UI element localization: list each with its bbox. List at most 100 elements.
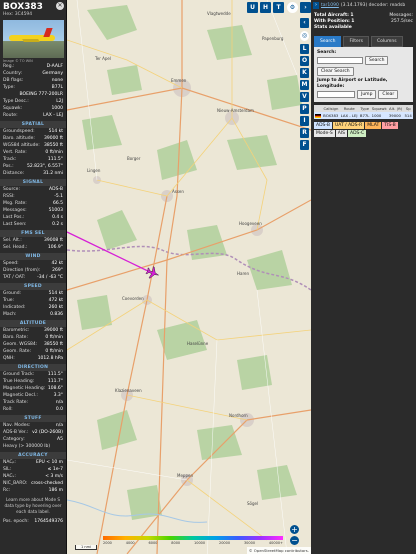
messages-value: 257.5/sec	[391, 19, 413, 24]
identity-row: BOEING 777-200LR	[0, 91, 66, 98]
info-row-label: Source:	[3, 187, 20, 192]
stats-block: Total Aircraft: 1 With Position: 1 Stats…	[311, 11, 416, 33]
zoom-in-button[interactable]: +	[290, 525, 299, 534]
collapse-icon[interactable]: ‹	[300, 18, 309, 28]
info-row-value: 108.6°	[47, 386, 63, 391]
toggle-i-button[interactable]: I	[300, 116, 309, 126]
place-label: Klazienaveen	[115, 388, 142, 393]
version-line: › tar1090 (3.14.1793) decoder: readsb	[311, 0, 416, 11]
info-row-value: 39008 ft	[43, 238, 63, 243]
column-header[interactable]: Alt. (ft)	[387, 105, 404, 112]
source-badge: UAT / ADS-R	[332, 122, 365, 129]
identity-row-value: D-AALF	[46, 64, 63, 69]
place-label: Coevorden	[122, 296, 144, 301]
map-view[interactable]: Emmen Assen Nieuw-Amsterdam Coevorden Hoogev…	[67, 0, 311, 554]
altitude-label: 30000	[243, 541, 256, 545]
tab-search[interactable]: Search	[314, 36, 342, 47]
toggle-t-button[interactable]: T	[273, 2, 284, 13]
identity-row: Squawk: 1000	[0, 105, 66, 112]
identity-row-value: none	[51, 78, 63, 83]
with-position-value: 1	[351, 19, 355, 24]
info-row: Messages: 51003	[0, 207, 66, 214]
toggle-k-button[interactable]: K	[300, 68, 309, 78]
info-row-value: 111.5°	[47, 372, 63, 377]
map-attribution[interactable]: © OpenStreetMap contributors.	[246, 547, 311, 554]
identity-row-label: DB flags:	[3, 78, 24, 83]
column-header[interactable]: Sp	[403, 105, 413, 112]
column-header[interactable]: Route	[339, 105, 359, 112]
search-button[interactable]: Search	[365, 56, 389, 65]
info-row-label: Barometric:	[3, 328, 30, 333]
expand-sidebar-icon[interactable]: ›	[300, 2, 311, 13]
callsign: BOX383	[3, 2, 43, 12]
column-header[interactable]: Squawk	[370, 105, 388, 112]
scale-bar: 1 nmi	[75, 545, 97, 550]
hex-line: Hex: 3C4594	[3, 12, 63, 17]
identity-row-label: Type:	[3, 85, 15, 90]
info-row: Category: A5	[0, 436, 66, 443]
search-input[interactable]	[317, 57, 363, 64]
info-row: Ground: 514 kt	[0, 290, 66, 297]
close-icon[interactable]: ✕	[56, 2, 64, 10]
column-header[interactable]: Callsign	[322, 105, 340, 112]
version-link[interactable]: tar1090	[321, 3, 339, 8]
info-row-value: 66.5	[52, 201, 63, 206]
identity-row: Type Desc.: L2J	[0, 98, 66, 105]
settings-icon[interactable]: ⚙	[287, 2, 298, 13]
toggle-o-button[interactable]: O	[300, 56, 309, 66]
info-row-label: Baro. altitude:	[3, 136, 35, 141]
info-row-label: Last Seen:	[3, 222, 27, 227]
place-label: Meppen	[177, 473, 193, 478]
stats-available-text[interactable]: Stats available	[314, 25, 352, 30]
pos-epoch-value: 1764549376	[34, 519, 63, 524]
toggle-f-button[interactable]: F	[300, 140, 309, 150]
info-row-value: 0.4 s	[52, 215, 63, 220]
clear-jump-button[interactable]: Clear	[378, 90, 399, 99]
info-row: Direction (from): 269°	[0, 267, 66, 274]
info-row: Barometric: 39000 ft	[0, 327, 66, 334]
stats-right: Messages: 257.5/sec	[389, 13, 413, 31]
sidebar-tabs: Search Filters Columns	[311, 33, 416, 47]
column-header[interactable]: Type	[358, 105, 371, 112]
altitude-label: 8000	[171, 541, 181, 545]
clear-search-button[interactable]: Clear Search	[317, 67, 354, 76]
tab-filters[interactable]: Filters	[343, 36, 369, 47]
help-blurb: Learn more about Mode S data type by hov…	[4, 497, 62, 514]
info-row-value: 3.3°	[53, 393, 63, 398]
place-label: Lingen	[87, 168, 101, 173]
locate-icon[interactable]: ◎	[300, 31, 309, 41]
table-row[interactable]: BOX383 LAX - LEJ B77L 1000 39000 514	[314, 112, 413, 119]
section-header-spatial: SPATIAL	[0, 121, 66, 128]
source-badge: Mode-S	[314, 130, 335, 137]
toggle-u-button[interactable]: U	[247, 2, 258, 13]
zoom-out-button[interactable]: −	[290, 536, 299, 545]
toggle-l-button[interactable]: L	[300, 44, 309, 54]
info-row-value: 186 m	[48, 488, 63, 493]
column-header[interactable]	[314, 105, 323, 112]
place-label: Ter Apel	[94, 56, 111, 61]
info-row-label: Track:	[3, 157, 17, 162]
toggle-v-button[interactable]: V	[300, 92, 309, 102]
section-header-signal: SIGNAL	[0, 179, 66, 186]
altitude-labels: 2000 4000 6000 8000 10000 20000 30000 40000+	[103, 541, 283, 545]
jump-input[interactable]	[317, 91, 355, 98]
toggle-h-button[interactable]: H	[260, 2, 271, 13]
aircraft-photo[interactable]	[3, 20, 64, 58]
info-row-label: QNH:	[3, 356, 15, 361]
info-row: Sel. Head.: 106.9°	[0, 244, 66, 251]
identity-row-value: LAX - LEJ	[43, 113, 63, 118]
stats-link[interactable]: Stats available	[314, 25, 354, 31]
jump-button[interactable]: Jump	[357, 90, 377, 99]
toggle-p-button[interactable]: P	[300, 104, 309, 114]
section-header-wind: WIND	[0, 253, 66, 260]
info-row-label: Messages:	[3, 208, 27, 213]
section-header-stuff: STUFF	[0, 415, 66, 422]
toggle-m-button[interactable]: M	[300, 80, 309, 90]
info-row-label: Last Pos.:	[3, 215, 25, 220]
info-row-value: ADS-B	[49, 187, 63, 192]
tab-columns[interactable]: Columns	[370, 36, 403, 47]
toggle-r-button[interactable]: R	[300, 128, 309, 138]
chevron-right-icon[interactable]: ›	[313, 2, 319, 9]
info-row-label: Track Rate:	[3, 400, 29, 405]
info-row: Last Seen: 0.2 s	[0, 221, 66, 228]
